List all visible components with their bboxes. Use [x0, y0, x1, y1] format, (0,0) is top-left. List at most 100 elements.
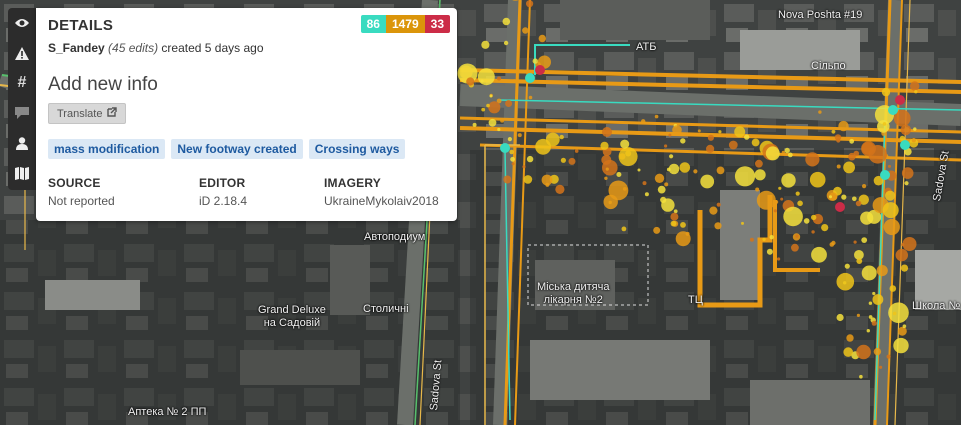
map-label-apteka: Аптека № 2 ПП	[128, 406, 207, 418]
osm-node	[879, 365, 883, 369]
osm-node	[895, 95, 905, 105]
osm-node	[868, 315, 873, 319]
osm-node	[532, 58, 538, 64]
imagery-field: IMAGERY UkraineMykolaiv2018	[324, 176, 439, 208]
osm-node	[616, 172, 622, 177]
osm-node	[503, 175, 512, 184]
osm-node	[679, 162, 691, 173]
osm-node	[673, 209, 678, 214]
osm-node	[895, 248, 908, 262]
osm-node	[700, 174, 715, 189]
tag-item[interactable]: New footway created	[171, 139, 303, 159]
osm-node	[877, 120, 890, 133]
edit-count: (45 edits)	[108, 41, 159, 55]
osm-node	[718, 130, 722, 134]
map-label-stolychnyi: Столичні	[363, 303, 409, 315]
osm-node	[560, 157, 567, 163]
osm-node	[856, 258, 863, 264]
osm-node	[568, 157, 576, 165]
osm-node	[744, 134, 750, 140]
osm-node	[741, 221, 744, 225]
osm-node	[602, 159, 618, 176]
username-link[interactable]: S_Fandey	[48, 41, 105, 55]
osm-node	[680, 222, 686, 228]
osm-node	[751, 138, 760, 147]
osm-node	[545, 132, 560, 147]
osm-node	[754, 169, 766, 181]
osm-node	[809, 171, 826, 188]
osm-node	[605, 167, 609, 171]
osm-node	[477, 68, 495, 86]
osm-node	[604, 176, 608, 180]
map-label-atb: АТБ	[636, 41, 657, 53]
osm-node	[511, 162, 515, 166]
hash-icon[interactable]: #	[8, 68, 36, 98]
osm-node	[913, 127, 917, 131]
osm-node	[834, 134, 842, 141]
osm-node	[670, 212, 679, 221]
osm-node	[795, 191, 800, 196]
osm-node	[900, 140, 910, 150]
osm-node	[853, 240, 857, 244]
osm-node	[714, 222, 722, 230]
osm-node	[693, 169, 698, 174]
changeset-meta: S_Fandey (45 edits) created 5 days ago	[48, 41, 264, 55]
osm-node	[670, 220, 677, 227]
osm-node	[637, 168, 641, 172]
warning-icon[interactable]	[8, 38, 36, 68]
osm-node	[889, 285, 897, 292]
osm-node	[780, 197, 784, 201]
osm-node	[680, 138, 686, 144]
osm-node	[791, 243, 799, 252]
osm-node	[522, 27, 529, 34]
osm-node	[904, 181, 909, 186]
osm-node	[664, 182, 669, 187]
osm-node	[777, 257, 781, 261]
osm-node	[868, 301, 873, 305]
osm-node	[523, 175, 533, 184]
comment-icon[interactable]	[8, 98, 36, 128]
osm-node	[773, 209, 778, 213]
source-label: SOURCE	[48, 176, 101, 190]
osm-node	[642, 181, 647, 186]
map-icon[interactable]	[8, 158, 36, 188]
osm-node	[657, 185, 666, 194]
tag-list: mass modification New footway created Cr…	[48, 139, 406, 159]
map-label-nova-poshta: Nova Poshta #19	[778, 9, 863, 21]
osm-node	[846, 334, 854, 342]
osm-node	[766, 248, 773, 255]
osm-node	[803, 218, 810, 224]
user-icon[interactable]	[8, 128, 36, 158]
tag-item[interactable]: mass modification	[48, 139, 166, 159]
osm-node	[734, 166, 756, 187]
osm-node	[888, 105, 898, 115]
osm-node	[805, 152, 820, 167]
map-label-hospital: Міська дитяча лікарня №2	[537, 281, 610, 306]
translate-button[interactable]: Translate	[48, 103, 127, 124]
osm-node	[901, 167, 914, 179]
osm-node	[480, 79, 484, 83]
osm-node	[892, 311, 897, 316]
osm-node	[811, 246, 827, 263]
tag-item[interactable]: Crossing ways	[308, 139, 406, 159]
osm-node	[654, 114, 659, 119]
eye-icon[interactable]	[8, 8, 36, 38]
osm-node	[880, 170, 890, 180]
osm-node	[716, 202, 721, 207]
changeset-comment: Add new info	[48, 74, 158, 95]
changeset-details-panel: DETAILS 86 1479 33 S_Fandey (45 edits) c…	[36, 8, 457, 221]
translate-label: Translate	[57, 107, 103, 120]
osm-node	[675, 231, 691, 247]
osm-node	[856, 344, 871, 360]
osm-node	[900, 264, 909, 272]
osm-node	[856, 313, 861, 317]
osm-node	[873, 347, 882, 356]
osm-node	[911, 138, 916, 143]
osm-node	[528, 95, 533, 100]
osm-node	[852, 196, 857, 202]
osm-node	[795, 234, 799, 238]
osm-node	[872, 291, 876, 296]
osm-node	[517, 133, 522, 138]
osm-node	[503, 40, 509, 46]
osm-node	[882, 122, 887, 126]
